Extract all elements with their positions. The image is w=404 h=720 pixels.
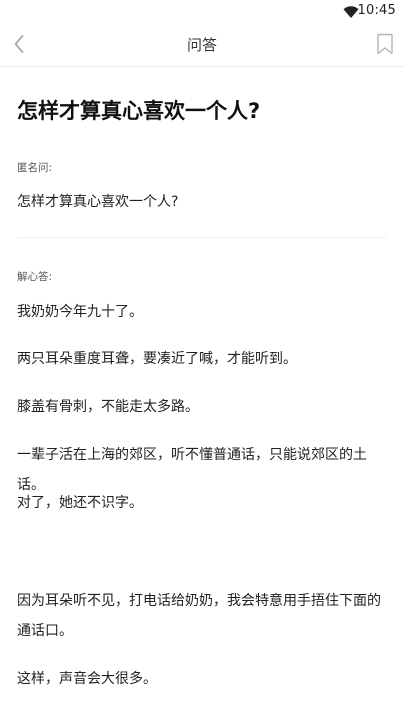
answer-label: 解心答: xyxy=(17,271,53,283)
page-title: 问答 xyxy=(186,36,217,54)
answer-paragraph: 我奶奶今年九十了。 xyxy=(17,304,143,320)
answer-paragraph: 这样，声音会大很多。 xyxy=(17,671,157,687)
answer-paragraph: 膝盖有骨刺，不能走太多路。 xyxy=(17,399,199,415)
status-bar: 10:45 xyxy=(0,0,404,24)
status-time: 10:45 xyxy=(357,3,396,18)
nav-bar: 问答 xyxy=(0,24,404,67)
answer-paragraph: 对了，她还不识字。 xyxy=(17,495,143,511)
question-text: 怎样才算真心喜欢一个人? xyxy=(17,194,179,210)
question-label: 匿名问: xyxy=(17,162,53,174)
divider xyxy=(17,237,387,238)
answer-paragraph: 两只耳朵重度耳聋，要凑近了喊，才能听到。 xyxy=(17,351,297,367)
bookmark-icon[interactable] xyxy=(376,33,394,55)
answer-paragraph: 因为耳朵听不见，打电话给奶奶，我会特意用手捂住下面的通话口。 xyxy=(17,593,381,639)
question-title: 怎样才算真心喜欢一个人? xyxy=(17,99,261,123)
